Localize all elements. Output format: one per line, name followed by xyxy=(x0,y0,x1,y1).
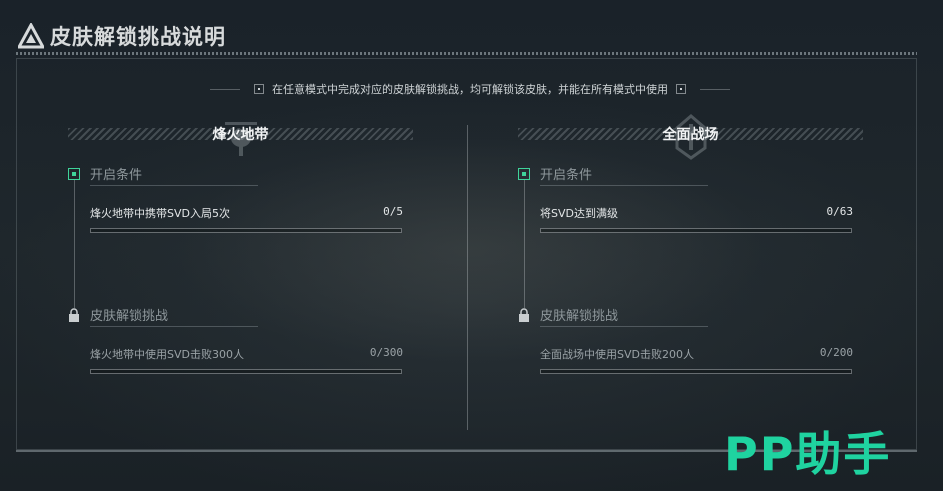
task-progress: 0/63 xyxy=(826,205,854,218)
task-progress: 0/200 xyxy=(819,346,853,359)
unlock-condition-section: 开启条件 xyxy=(518,164,592,183)
page-header: 皮肤解锁挑战说明 xyxy=(18,20,226,52)
task-row: 烽火地带中携带SVD入局5次 0/5 xyxy=(90,205,403,221)
section-underline xyxy=(90,326,258,327)
notice-text: 在任意模式中完成对应的皮肤解锁挑战，均可解锁该皮肤，并能在所有模式中使用 xyxy=(272,83,668,96)
task-row: 将SVD达到满级 0/63 xyxy=(540,205,853,221)
task-text: 烽火地带中使用SVD击败300人 xyxy=(90,348,244,361)
skin-challenge-section: 皮肤解锁挑战 xyxy=(68,305,168,324)
section-label: 皮肤解锁挑战 xyxy=(90,309,169,324)
page-title: 皮肤解锁挑战说明 xyxy=(50,25,226,49)
section-underline xyxy=(540,185,708,186)
section-connector xyxy=(524,180,525,308)
task-progress: 0/300 xyxy=(369,346,403,359)
section-label: 开启条件 xyxy=(90,168,143,183)
progress-bar xyxy=(90,228,402,233)
column-header: 烽火地带 xyxy=(68,118,413,156)
square-marker-icon xyxy=(518,167,530,180)
header-divider xyxy=(16,52,917,55)
notice-box-icon xyxy=(254,84,264,94)
column-divider xyxy=(467,125,468,430)
section-underline xyxy=(90,185,258,186)
triangle-logo-icon xyxy=(18,23,44,49)
column-header: 全面战场 xyxy=(518,114,863,160)
pp-assistant-watermark: PP助手 xyxy=(724,427,892,481)
mode-column-left: 烽火地带 开启条件 烽火地带中携带SVD入局5次 0/5 皮肤解锁挑战 烽火地带… xyxy=(68,118,413,374)
progress-bar xyxy=(540,228,852,233)
section-label: 皮肤解锁挑战 xyxy=(540,309,619,324)
notice-bar: 在任意模式中完成对应的皮肤解锁挑战，均可解锁该皮肤，并能在所有模式中使用 xyxy=(200,80,740,98)
notice-dash-left xyxy=(210,88,240,90)
skin-challenge-section: 皮肤解锁挑战 xyxy=(518,305,618,324)
progress-bar xyxy=(90,369,402,374)
task-row: 烽火地带中使用SVD击败300人 0/300 xyxy=(90,346,403,362)
square-marker-icon xyxy=(68,167,80,180)
section-underline xyxy=(540,326,708,327)
lock-icon xyxy=(69,307,79,322)
section-connector xyxy=(74,180,75,308)
mode-name: 全面战场 xyxy=(662,127,719,143)
unlock-condition-section: 开启条件 xyxy=(68,164,142,183)
mode-name: 烽火地带 xyxy=(212,127,269,143)
task-text: 烽火地带中携带SVD入局5次 xyxy=(90,207,230,220)
mode-column-right: 全面战场 开启条件 将SVD达到满级 0/63 皮肤解锁挑战 全面战场中使用SV… xyxy=(518,114,863,374)
progress-bar xyxy=(540,369,852,374)
lock-icon xyxy=(519,307,529,322)
task-text: 全面战场中使用SVD击败200人 xyxy=(540,348,694,361)
task-row: 全面战场中使用SVD击败200人 0/200 xyxy=(540,346,853,362)
notice-box-icon xyxy=(676,84,686,94)
task-text: 将SVD达到满级 xyxy=(540,207,618,220)
section-label: 开启条件 xyxy=(540,168,593,183)
task-progress: 0/5 xyxy=(383,205,403,218)
notice-dash-right xyxy=(700,88,730,90)
